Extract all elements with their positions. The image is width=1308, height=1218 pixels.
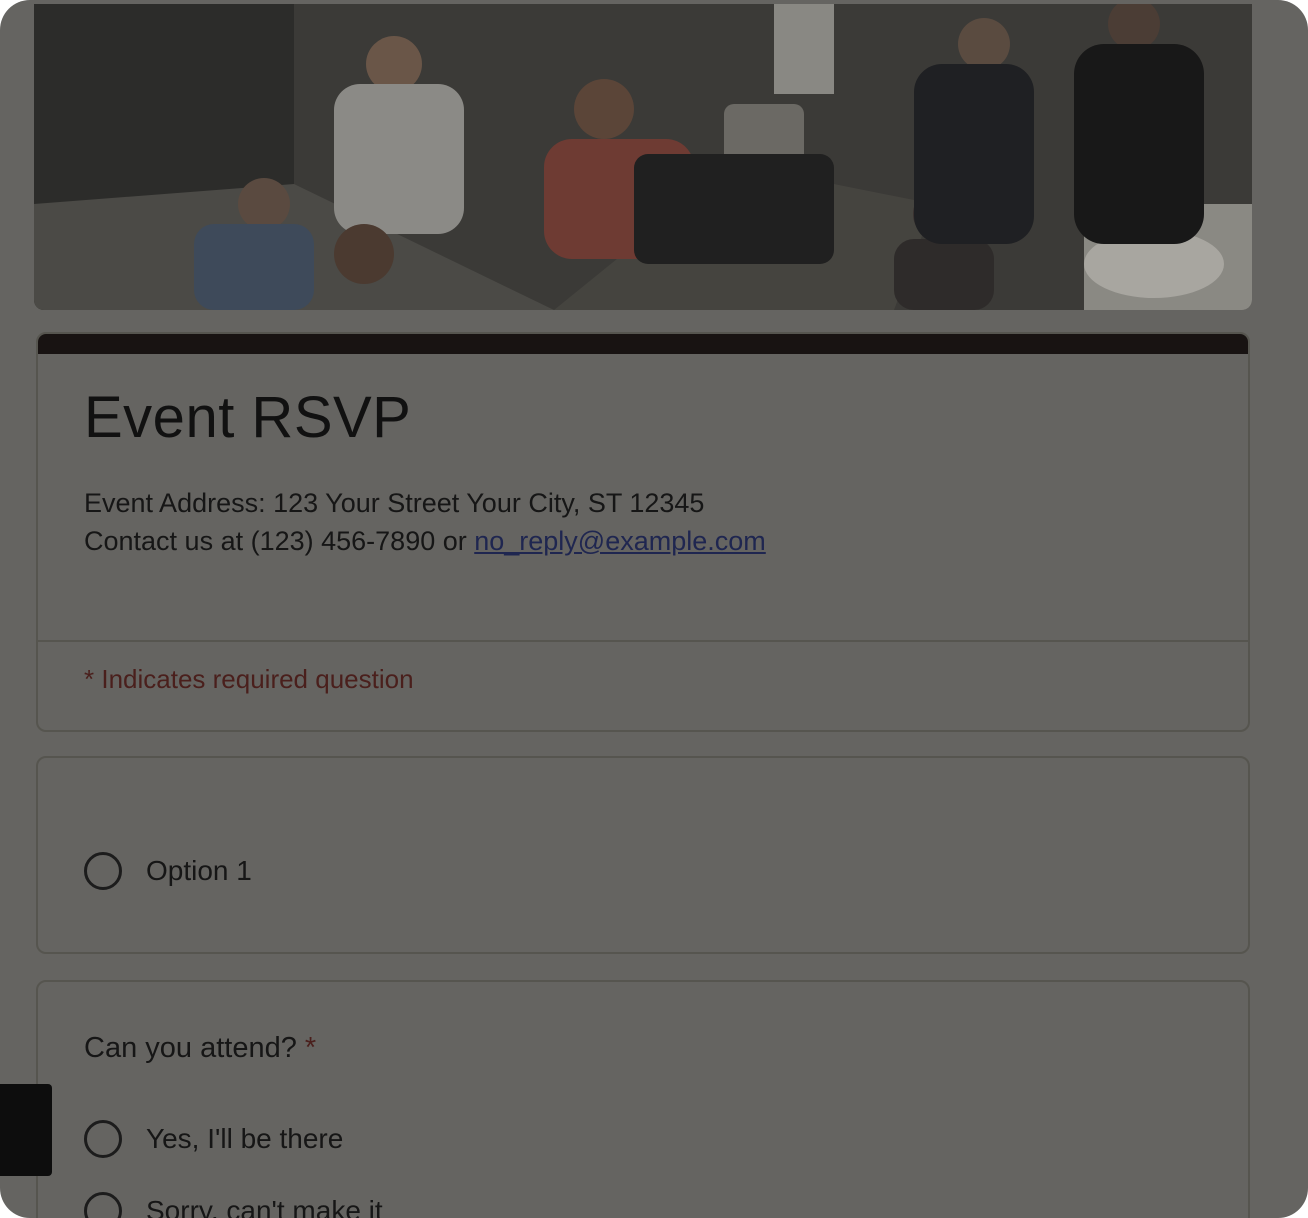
header-image [34, 4, 1252, 310]
header-divider [38, 640, 1248, 642]
required-note: * Indicates required question [84, 664, 414, 694]
party-photo-icon [34, 4, 1252, 310]
question-card-1: Option 1 [36, 756, 1250, 954]
side-tab[interactable] [0, 1084, 52, 1176]
radio-unchecked-icon[interactable] [84, 1192, 122, 1218]
radio-option-label: Yes, I'll be there [146, 1123, 344, 1154]
form-title: Event RSVP [84, 385, 412, 450]
radio-option-label: Option 1 [146, 855, 252, 886]
question-title: Can you attend? * [84, 1032, 316, 1065]
form-description: Event Address: 123 Your Street Your City… [84, 484, 766, 560]
contact-line: Contact us at (123) 456-7890 or no_reply… [84, 522, 766, 560]
radio-option-label: Sorry, can't make it [146, 1195, 383, 1218]
radio-option-yes[interactable]: Yes, I'll be there [84, 1120, 343, 1158]
contact-email-link[interactable]: no_reply@example.com [474, 526, 766, 556]
question-card-attend: Can you attend? * Yes, I'll be there Sor… [36, 980, 1250, 1218]
contact-prefix: Contact us at (123) 456-7890 or [84, 526, 475, 556]
radio-option-1[interactable]: Option 1 [84, 852, 252, 890]
radio-unchecked-icon[interactable] [84, 852, 122, 890]
form-header-card: Event RSVP Event Address: 123 Your Stree… [36, 332, 1250, 732]
required-marker: * [304, 1032, 317, 1064]
form-page: Event RSVP Event Address: 123 Your Stree… [0, 0, 1308, 1218]
radio-unchecked-icon[interactable] [84, 1120, 122, 1158]
accent-bar [38, 334, 1248, 354]
question-title-text: Can you attend? [84, 1032, 297, 1064]
event-address: Event Address: 123 Your Street Your City… [84, 488, 705, 518]
radio-option-no[interactable]: Sorry, can't make it [84, 1192, 383, 1218]
form-viewport: Event RSVP Event Address: 123 Your Stree… [0, 0, 1308, 1218]
